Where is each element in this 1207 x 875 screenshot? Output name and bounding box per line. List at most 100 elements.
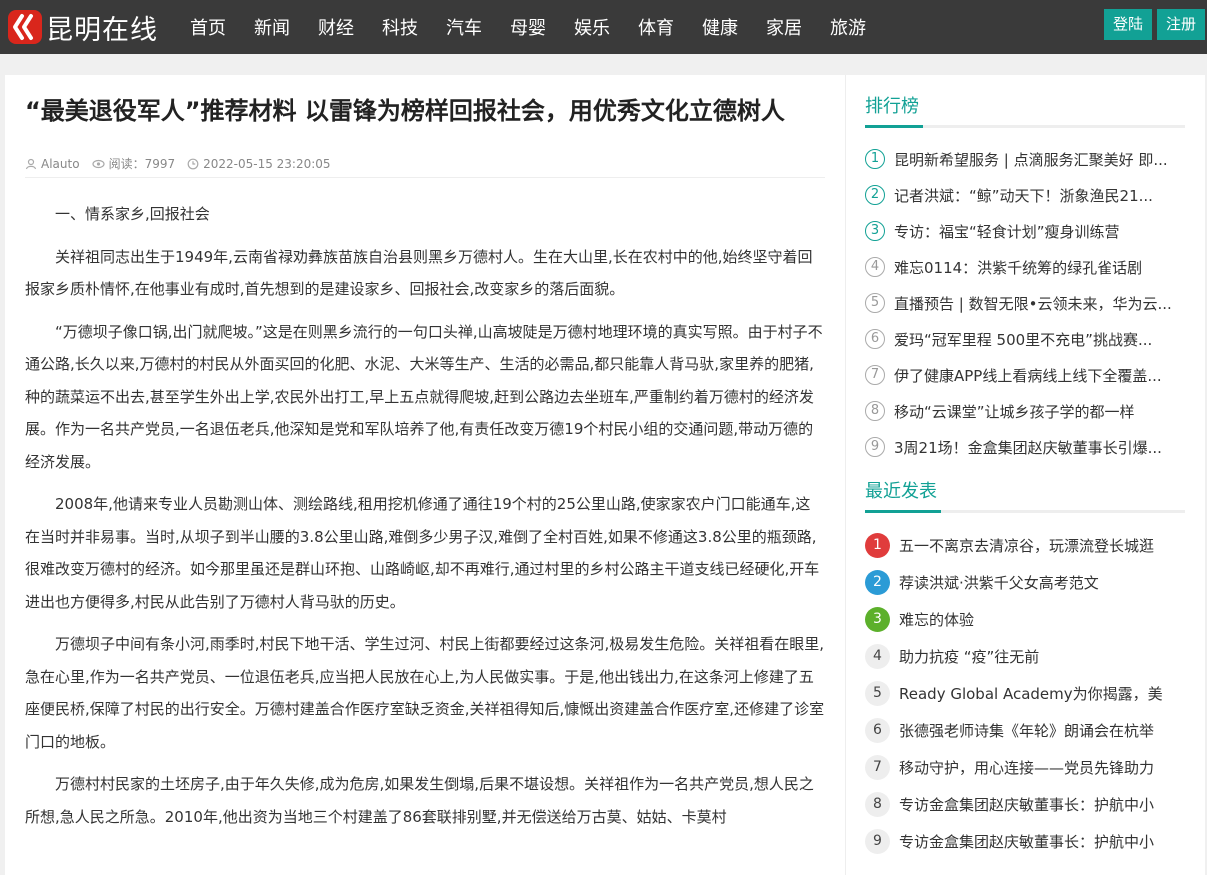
view-count: 阅读：7997 (108, 157, 176, 171)
recent-item[interactable]: 7 移动守护，用心连接——党员先锋助力 (865, 749, 1185, 786)
recent-link[interactable]: 荐读洪斌·洪紫千父女高考范文 (899, 572, 1184, 593)
ranking-item[interactable]: 2 记者洪斌：“鲸”动天下！浙象渔民21... (865, 177, 1185, 213)
ranking-link[interactable]: 直播预告 | 数智无限•云领未来，华为云... (894, 293, 1184, 314)
ranking-item[interactable]: 1 昆明新希望服务 | 点滴服务汇聚美好 即... (865, 141, 1185, 177)
nav-home-living[interactable]: 家居 (760, 14, 808, 40)
ranking-list: 1 昆明新希望服务 | 点滴服务汇聚美好 即... 2 记者洪斌：“鲸”动天下！浙象… (865, 141, 1185, 465)
recent-link[interactable]: 专访金盒集团赵庆敏董事长：护航中小 (899, 831, 1184, 852)
paragraph: 一、情系家乡,回报社会 (55, 205, 210, 223)
ranking-item[interactable]: 3 专访：福宝“轻食计划”瘦身训练营 (865, 213, 1185, 249)
logo-icon (8, 10, 42, 44)
rank-number: 4 (865, 257, 885, 277)
recent-title: 最近发表 (865, 477, 941, 513)
ranking-link[interactable]: 专访：福宝“轻食计划”瘦身训练营 (894, 221, 1184, 242)
main-container: “最美退役军人”推荐材料 以雷锋为榜样回报社会，用优秀文化立德树人 Alauto… (5, 75, 1205, 875)
article: “最美退役军人”推荐材料 以雷锋为榜样回报社会，用优秀文化立德树人 Alauto… (25, 95, 825, 833)
ranking-link[interactable]: 伊了健康APP线上看病线上线下全覆盖... (894, 365, 1184, 386)
ranking-title: 排行榜 (865, 92, 923, 128)
recent-item[interactable]: 5 Ready Global Academy为你揭露，美 (865, 675, 1185, 712)
recent-number: 9 (865, 829, 890, 854)
recent-number: 1 (865, 533, 890, 558)
recent-link[interactable]: 专访金盒集团赵庆敏董事长：护航中小 (899, 794, 1184, 815)
nav-finance[interactable]: 财经 (312, 14, 360, 40)
auth-buttons: 登陆 注册 (1099, 9, 1205, 40)
author-meta: Alauto (25, 157, 80, 171)
ranking-link[interactable]: 3周21场！金盒集团赵庆敏董事长引爆... (894, 437, 1184, 458)
ranking-link[interactable]: 昆明新希望服务 | 点滴服务汇聚美好 即... (894, 149, 1184, 170)
article-body: 一、情系家乡,回报社会 关祥祖同志出生于1949年,云南省禄劝彝族苗族自治县则黑… (25, 198, 825, 833)
recent-item[interactable]: 6 张德强老师诗集《年轮》朗诵会在杭举 (865, 712, 1185, 749)
recent-link[interactable]: Ready Global Academy为你揭露，美 (899, 683, 1184, 704)
ranking-item[interactable]: 8 移动“云课堂”让城乡孩子学的都一样 (865, 393, 1185, 429)
logo-text: 昆明在线 (46, 14, 158, 46)
ranking-item[interactable]: 9 3周21场！金盒集团赵庆敏董事长引爆... (865, 429, 1185, 465)
clock-icon (187, 158, 199, 169)
recent-item[interactable]: 2 荐读洪斌·洪紫千父女高考范文 (865, 564, 1185, 601)
top-navbar: 昆明在线 首页 新闻 财经 科技 汽车 母婴 娱乐 体育 健康 家居 旅游 登陆… (0, 0, 1207, 54)
article-title: “最美退役军人”推荐材料 以雷锋为榜样回报社会，用优秀文化立德树人 (25, 97, 785, 125)
recent-number: 8 (865, 792, 890, 817)
date-meta: 2022-05-15 23:20:05 (187, 156, 331, 171)
sidebar: 排行榜 1 昆明新希望服务 | 点滴服务汇聚美好 即... 2 记者洪斌：“鲸”动天… (845, 75, 1185, 875)
views-meta: 阅读：7997 (91, 155, 176, 172)
recent-number: 5 (865, 681, 890, 706)
rank-number: 5 (865, 293, 885, 313)
ranking-heading: 排行榜 (865, 92, 1185, 128)
user-icon (25, 158, 37, 169)
rank-number: 3 (865, 221, 885, 241)
nav-home[interactable]: 首页 (184, 14, 232, 40)
paragraph: 万德坝子中间有条小河,雨季时,村民下地干活、学生过河、村民上街都要经过这条河,极… (25, 635, 825, 751)
recent-list: 1 五一不离京去清凉谷，玩漂流登长城逛 2 荐读洪斌·洪紫千父女高考范文 3 难忘的体… (865, 527, 1185, 860)
rank-number: 1 (865, 149, 885, 169)
recent-item[interactable]: 8 专访金盒集团赵庆敏董事长：护航中小 (865, 786, 1185, 823)
rank-number: 6 (865, 329, 885, 349)
article-meta: Alauto 阅读：7997 2022-05-15 23:20:05 (25, 150, 825, 178)
nav-travel[interactable]: 旅游 (824, 14, 872, 40)
recent-link[interactable]: 移动守护，用心连接——党员先锋助力 (899, 757, 1184, 778)
recent-heading: 最近发表 (865, 477, 1185, 513)
recent-link[interactable]: 助力抗疫 “疫”往无前 (899, 646, 1184, 667)
ranking-link[interactable]: 爱玛“冠军里程 500里不充电”挑战赛... (894, 329, 1184, 350)
recent-number: 4 (865, 644, 890, 669)
nav-news[interactable]: 新闻 (248, 14, 296, 40)
ranking-item[interactable]: 7 伊了健康APP线上看病线上线下全覆盖... (865, 357, 1185, 393)
recent-number: 2 (865, 570, 890, 595)
nav-entertainment[interactable]: 娱乐 (568, 14, 616, 40)
recent-item[interactable]: 3 难忘的体验 (865, 601, 1185, 638)
rank-number: 2 (865, 185, 885, 205)
publish-date: 2022-05-15 23:20:05 (203, 156, 331, 171)
rank-number: 7 (865, 365, 885, 385)
ranking-item[interactable]: 5 直播预告 | 数智无限•云领未来，华为云... (865, 285, 1185, 321)
nav-health[interactable]: 健康 (696, 14, 744, 40)
ranking-item[interactable]: 4 难忘0114：洪紫千统筹的绿孔雀话剧 (865, 249, 1185, 285)
eye-icon (91, 159, 105, 168)
nav-tech[interactable]: 科技 (376, 14, 424, 40)
rank-number: 8 (865, 401, 885, 421)
recent-number: 3 (865, 607, 890, 632)
recent-item[interactable]: 9 专访金盒集团赵庆敏董事长：护航中小 (865, 823, 1185, 860)
paragraph: 2008年,他请来专业人员勘测山体、测绘路线,租用挖机修通了通往19个村的25公… (25, 495, 820, 611)
recent-item[interactable]: 4 助力抗疫 “疫”往无前 (865, 638, 1185, 675)
paragraph: 万德村村民家的土坯房子,由于年久失修,成为危房,如果发生倒塌,后果不堪设想。关祥… (25, 775, 814, 826)
recent-link[interactable]: 难忘的体验 (899, 609, 1184, 630)
recent-link[interactable]: 张德强老师诗集《年轮》朗诵会在杭举 (899, 720, 1184, 741)
recent-link[interactable]: 五一不离京去清凉谷，玩漂流登长城逛 (899, 535, 1184, 556)
rank-number: 9 (865, 437, 885, 457)
paragraph: 关祥祖同志出生于1949年,云南省禄劝彝族苗族自治县则黑乡万德村人。生在大山里,… (25, 247, 813, 299)
paragraph: “万德坝子像口锅,出门就爬坡。”这是在则黑乡流行的一句口头禅,山高坡陡是万德村地… (25, 322, 823, 471)
nav-sports[interactable]: 体育 (632, 14, 680, 40)
ranking-link[interactable]: 难忘0114：洪紫千统筹的绿孔雀话剧 (894, 257, 1184, 278)
site-logo[interactable]: 昆明在线 (8, 8, 158, 46)
main-nav: 首页 新闻 财经 科技 汽车 母婴 娱乐 体育 健康 家居 旅游 (176, 0, 880, 54)
nav-baby[interactable]: 母婴 (504, 14, 552, 40)
nav-auto[interactable]: 汽车 (440, 14, 488, 40)
author-name[interactable]: Alauto (41, 157, 80, 171)
ranking-link[interactable]: 移动“云课堂”让城乡孩子学的都一样 (894, 401, 1184, 422)
register-button[interactable]: 注册 (1156, 9, 1205, 40)
login-button[interactable]: 登陆 (1103, 9, 1152, 40)
recent-number: 6 (865, 718, 890, 743)
recent-number: 7 (865, 755, 890, 780)
ranking-link[interactable]: 记者洪斌：“鲸”动天下！浙象渔民21... (894, 185, 1184, 206)
ranking-item[interactable]: 6 爱玛“冠军里程 500里不充电”挑战赛... (865, 321, 1185, 357)
recent-item[interactable]: 1 五一不离京去清凉谷，玩漂流登长城逛 (865, 527, 1185, 564)
